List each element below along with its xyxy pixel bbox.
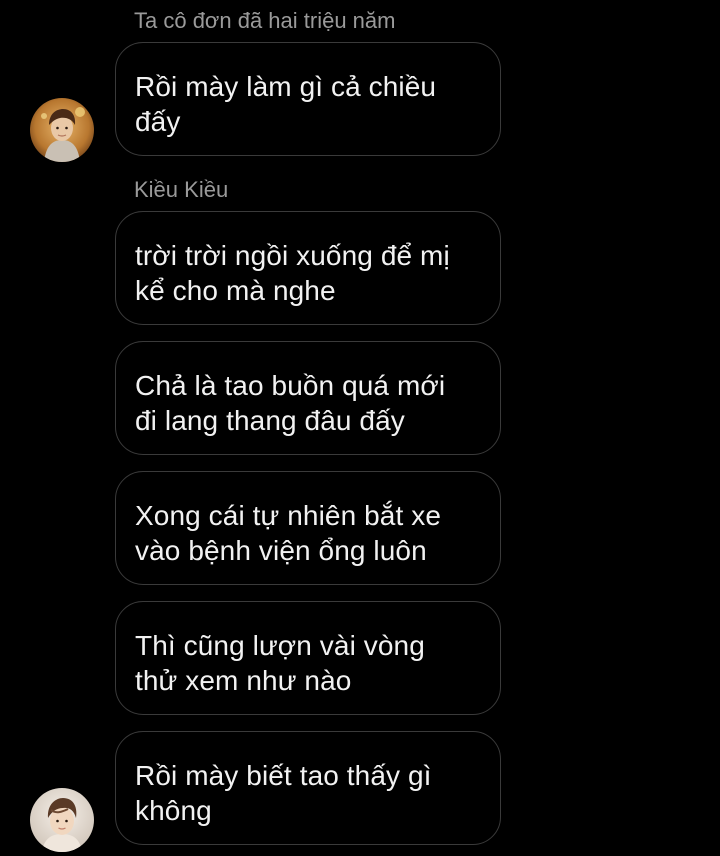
sender-avatar-icon[interactable] xyxy=(30,788,94,852)
message-bubble[interactable]: Thì cũng lượn vài vòng thử xem như nào xyxy=(115,601,501,715)
user-photo-avatar-icon xyxy=(30,98,94,162)
message-text: Thì cũng lượn vài vòng thử xem như nào xyxy=(135,630,425,696)
sender-name: Kiều Kiều xyxy=(134,177,229,202)
message-text: Rồi mày biết tao thấy gì không xyxy=(135,760,432,826)
message-bubble[interactable]: Rồi mày làm gì cả chiều đấy xyxy=(115,42,501,156)
message-bubble[interactable]: Xong cái tự nhiên bắt xe vào bệnh viện ổ… xyxy=(115,471,501,585)
message-text: trời trời ngồi xuống để mị kể cho mà ngh… xyxy=(135,240,450,306)
message-text: Chả là tao buồn quá mới đi lang thang đâ… xyxy=(135,370,446,436)
message-bubble[interactable]: trời trời ngồi xuống để mị kể cho mà ngh… xyxy=(115,211,501,325)
sender-name: Ta cô đơn đã hai triệu năm xyxy=(134,8,396,33)
message-bubble[interactable]: Rồi mày biết tao thấy gì không xyxy=(115,731,501,845)
message-text: Xong cái tự nhiên bắt xe vào bệnh viện ổ… xyxy=(135,500,442,566)
message-text: Rồi mày làm gì cả chiều đấy xyxy=(135,71,437,137)
user-photo-avatar-icon xyxy=(30,788,94,852)
message-bubble[interactable]: Chả là tao buồn quá mới đi lang thang đâ… xyxy=(115,341,501,455)
sender-avatar-icon[interactable] xyxy=(30,98,94,162)
